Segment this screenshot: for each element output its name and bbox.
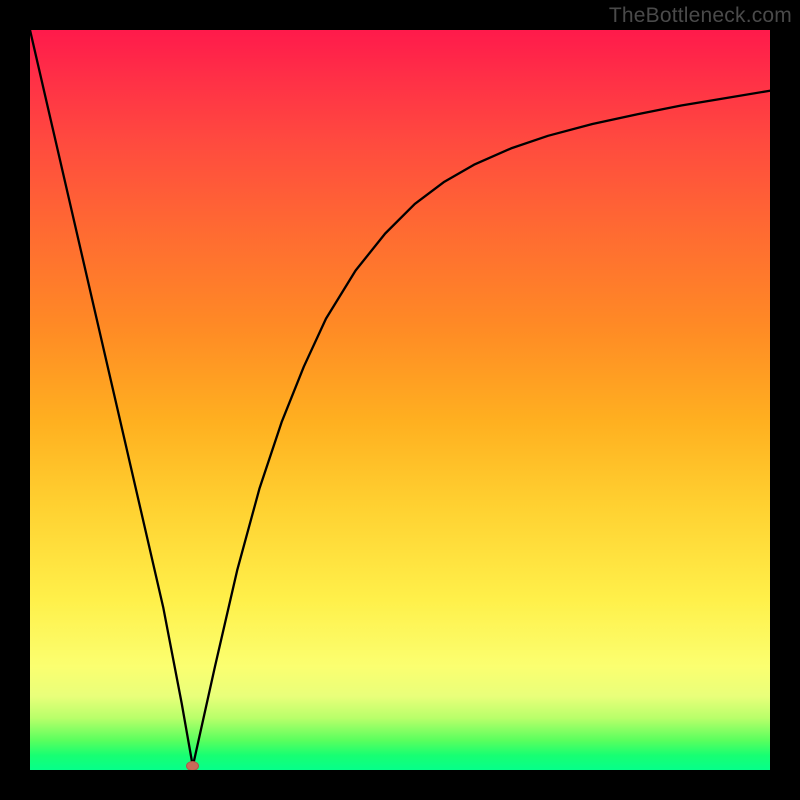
watermark-label: TheBottleneck.com	[609, 4, 792, 28]
optimal-point-marker	[186, 761, 199, 770]
plot-area	[30, 30, 770, 770]
bottleneck-curve	[30, 30, 770, 770]
chart-frame: TheBottleneck.com	[0, 0, 800, 800]
